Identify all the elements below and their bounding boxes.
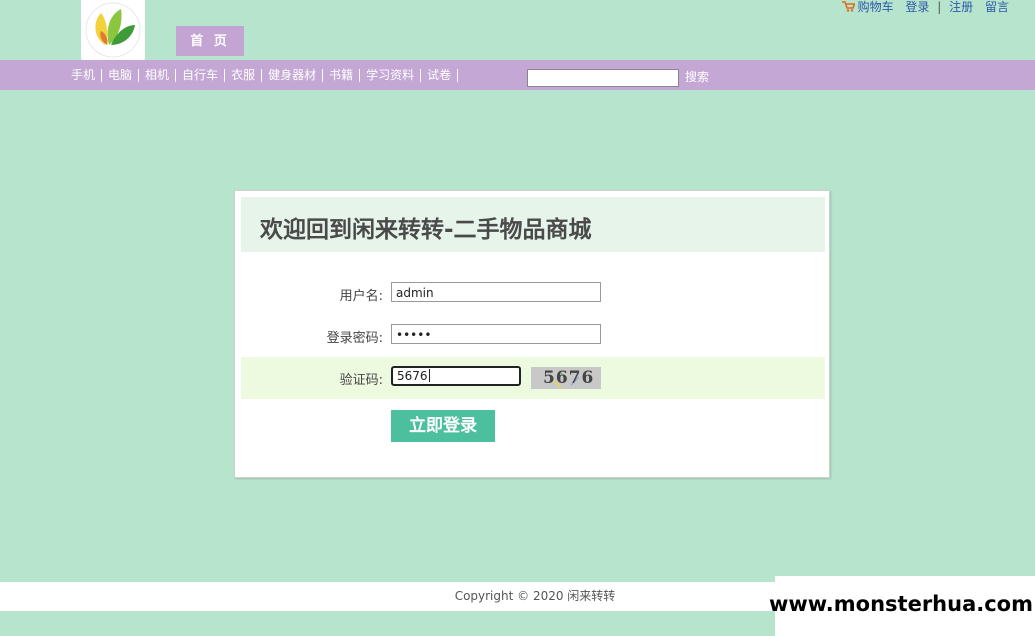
cart-link[interactable]: 购物车 [858,0,894,14]
nav-item-fitness[interactable]: 健身器材 [262,60,322,90]
shopping-cart-icon[interactable] [841,1,856,15]
captcha-input-value: 5676 [397,369,428,383]
search-input[interactable] [527,69,679,87]
site-logo[interactable] [81,0,145,60]
text-cursor [428,369,430,382]
home-tab[interactable]: 首 页 [176,26,244,56]
captcha-image-text: 5676 [543,368,595,388]
password-input[interactable]: ••••• [391,324,601,344]
username-input[interactable]: admin [391,282,601,302]
password-label: 登录密码: [326,331,383,346]
captcha-input[interactable]: 5676 [391,366,521,386]
login-submit-button[interactable]: 立即登录 [391,410,495,442]
search-button[interactable]: 搜索 [685,62,709,92]
login-header: 欢迎回到闲来转转-二手物品商城 [241,197,825,252]
nav-item-exam-papers[interactable]: 试卷 [421,60,457,90]
nav-item-camera[interactable]: 相机 [139,60,175,90]
nav-item-clothes[interactable]: 衣服 [225,60,261,90]
leaf-logo-icon [85,2,141,58]
nav-separator [457,69,459,82]
captcha-label: 验证码: [339,373,383,388]
message-link[interactable]: 留言 [985,0,1009,14]
captcha-image[interactable]: 5676 [531,367,601,389]
watermark-text: www.monsterhua.com [768,592,1033,616]
watermark: www.monsterhua.com [769,576,1035,636]
nav-item-bicycle[interactable]: 自行车 [176,60,224,90]
username-row: 用户名: admin [241,273,825,315]
nav-item-phone[interactable]: 手机 [65,60,101,90]
login-panel: 欢迎回到闲来转转-二手物品商城 用户名: admin 登录密码: ••••• 验… [234,190,830,478]
captcha-row: 验证码: 5676 5676 [241,357,825,399]
login-title: 欢迎回到闲来转转-二手物品商城 [260,217,592,243]
password-row: 登录密码: ••••• [241,315,825,357]
nav-item-computer[interactable]: 电脑 [102,60,138,90]
login-link[interactable]: 登录 [905,0,929,14]
username-label: 用户名: [339,289,383,304]
link-separator: | [937,0,942,14]
category-navbar: 手机 电脑 相机 自行车 衣服 健身器材 书籍 学习资料 试卷 [0,60,1035,90]
register-link[interactable]: 注册 [949,0,973,14]
nav-item-study-materials[interactable]: 学习资料 [360,60,420,90]
category-list: 手机 电脑 相机 自行车 衣服 健身器材 书籍 学习资料 试卷 [65,60,459,90]
top-links: 购物车 登录 | 注册 留言 [841,0,1009,16]
nav-item-books[interactable]: 书籍 [323,60,359,90]
